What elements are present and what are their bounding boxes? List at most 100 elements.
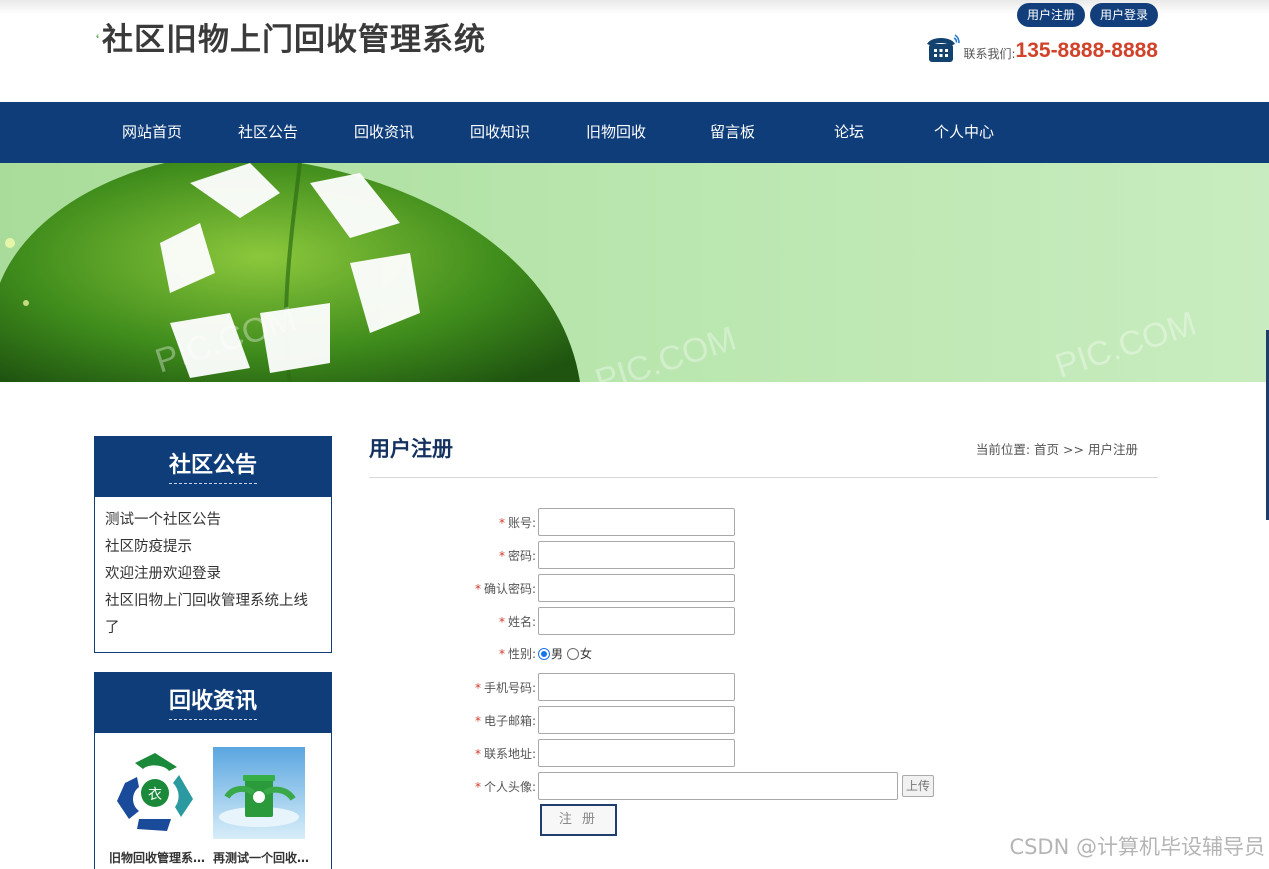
svg-text:衣: 衣 — [148, 787, 162, 803]
breadcrumb: 当前位置: 首页 >> 用户注册 — [976, 439, 1138, 458]
confirm-password-input[interactable] — [538, 574, 735, 602]
required-mark: * — [498, 647, 505, 661]
nav-item-recycle[interactable]: 旧物回收 — [586, 102, 646, 163]
breadcrumb-home-link[interactable]: 首页 — [1034, 442, 1059, 457]
contact-number: 135-8888-8888 — [1015, 39, 1158, 62]
contact-info: 联系我们: 135-8888-8888 — [925, 30, 1158, 64]
gender-female-radio[interactable] — [567, 647, 580, 660]
login-button[interactable]: 用户登录 — [1089, 3, 1158, 27]
account-input[interactable] — [538, 508, 735, 536]
main-nav: 网站首页 社区公告 回收资讯 回收知识 旧物回收 留言板 论坛 个人中心 — [0, 102, 1269, 163]
list-item[interactable]: 社区防疫提示 — [105, 534, 322, 561]
email-label: * 电子邮箱: — [400, 712, 538, 729]
register-button[interactable]: 用户注册 — [1016, 3, 1085, 27]
name-label-text: 姓名: — [507, 614, 536, 629]
contact-label: 联系我们: — [963, 47, 1016, 61]
avatar-label: * 个人头像: — [400, 778, 538, 795]
gender-male-label: 男 — [551, 647, 564, 661]
phone-label-text: 手机号码: — [483, 680, 536, 695]
required-mark: * — [474, 581, 481, 596]
news-card[interactable]: 再测试一个回收资讯 — [213, 747, 313, 866]
news-card[interactable]: 衣 旧物回收管理系统... — [109, 747, 209, 866]
account-label: * 账号: — [400, 514, 538, 531]
title-divider — [369, 477, 1158, 478]
upload-button[interactable]: 上传 — [902, 775, 935, 797]
list-item[interactable]: 欢迎注册欢迎登录 — [105, 561, 322, 588]
gender-radio-group: 男 女 — [538, 645, 592, 662]
hero-banner: PIC.COM PIC.COM PIC.COM — [0, 163, 1269, 382]
address-label: * 联系地址: — [400, 745, 538, 762]
header: 社区旧物上门回收管理系统 用户注册 用户登录 联系我们: 135-8888-88… — [0, 0, 1269, 102]
nav-item-message-board[interactable]: 留言板 — [710, 102, 755, 163]
leaf-logo-icon — [96, 34, 100, 39]
required-mark: * — [474, 746, 481, 761]
recycle-bin-icon — [213, 747, 305, 839]
news-panel: 回收资讯 衣 旧物回收管理系统... 再测试一个回收资讯 — [94, 672, 332, 869]
password-label-text: 密码: — [507, 548, 536, 563]
auth-buttons: 用户注册 用户登录 — [1016, 3, 1158, 27]
news-caption: 再测试一个回收资讯 — [213, 851, 313, 865]
nav-item-knowledge[interactable]: 回收知识 — [470, 102, 530, 163]
required-mark: * — [474, 779, 481, 794]
required-mark: * — [498, 515, 505, 530]
gender-label-text: 性别: — [507, 647, 536, 661]
page-title: 用户注册 — [369, 437, 453, 461]
list-item[interactable]: 社区旧物上门回收管理系统上线了 — [105, 588, 322, 642]
form-row-gender: * 性别: 男 女 — [400, 645, 592, 662]
site-title: 社区旧物上门回收管理系统 — [102, 21, 486, 58]
email-input[interactable] — [538, 706, 735, 734]
nav-item-forum[interactable]: 论坛 — [834, 102, 864, 163]
confirm-password-label-text: 确认密码: — [483, 581, 536, 596]
password-label: * 密码: — [400, 547, 538, 564]
name-input[interactable] — [538, 607, 735, 635]
breadcrumb-current: 用户注册 — [1087, 442, 1138, 457]
nav-item-home[interactable]: 网站首页 — [122, 102, 182, 163]
form-row-account: * 账号: — [400, 508, 735, 536]
site-logo[interactable]: 社区旧物上门回收管理系统 — [96, 10, 486, 62]
form-row-password: * 密码: — [400, 541, 735, 569]
password-input[interactable] — [538, 541, 735, 569]
banner-image: PIC.COM PIC.COM PIC.COM — [0, 163, 1269, 382]
page: 社区旧物上门回收管理系统 用户注册 用户登录 联系我们: 135-8888-88… — [0, 0, 1269, 869]
email-label-text: 电子邮箱: — [483, 713, 536, 728]
account-label-text: 账号: — [507, 515, 536, 530]
required-mark: * — [498, 614, 505, 629]
form-row-avatar: * 个人头像: 上传 — [400, 772, 935, 800]
recycle-clothes-icon: 衣 — [109, 747, 201, 839]
nav-item-notices[interactable]: 社区公告 — [238, 102, 298, 163]
name-label: * 姓名: — [400, 613, 538, 630]
avatar-label-text: 个人头像: — [483, 779, 536, 794]
address-input[interactable] — [538, 739, 735, 767]
news-caption: 旧物回收管理系统... — [109, 851, 209, 865]
telephone-icon — [927, 34, 961, 62]
news-panel-header: 回收资讯 — [95, 673, 331, 733]
notice-panel-title: 社区公告 — [168, 451, 257, 484]
form-row-name: * 姓名: — [400, 607, 735, 635]
phone-input[interactable] — [538, 673, 735, 701]
gender-female-label: 女 — [580, 647, 593, 661]
phone-label: * 手机号码: — [400, 679, 538, 696]
form-row-email: * 电子邮箱: — [400, 706, 735, 734]
breadcrumb-prefix: 当前位置: — [975, 442, 1031, 457]
form-row-phone: * 手机号码: — [400, 673, 735, 701]
required-mark: * — [498, 548, 505, 563]
avatar-input[interactable] — [538, 772, 898, 800]
nav-item-user-center[interactable]: 个人中心 — [934, 102, 994, 163]
breadcrumb-separator: >> — [1063, 442, 1084, 457]
notice-panel: 社区公告 测试一个社区公告 社区防疫提示 欢迎注册欢迎登录 社区旧物上门回收管理… — [94, 436, 332, 653]
nav-item-news[interactable]: 回收资讯 — [354, 102, 414, 163]
news-panel-title: 回收资讯 — [168, 687, 257, 720]
form-row-confirm-password: * 确认密码: — [400, 574, 735, 602]
notice-panel-header: 社区公告 — [95, 437, 331, 497]
address-label-text: 联系地址: — [483, 746, 536, 761]
required-mark: * — [474, 713, 481, 728]
required-mark: * — [474, 680, 481, 695]
gender-male-radio[interactable] — [538, 647, 550, 660]
register-submit-button[interactable]: 注 册 — [540, 804, 617, 836]
csdn-watermark: CSDN @计算机毕设辅导员 — [1009, 835, 1265, 859]
form-row-address: * 联系地址: — [400, 739, 735, 767]
news-grid: 衣 旧物回收管理系统... 再测试一个回收资讯 — [95, 733, 331, 866]
gender-label: * 性别: — [400, 645, 538, 662]
list-item[interactable]: 测试一个社区公告 — [105, 507, 322, 534]
notice-list: 测试一个社区公告 社区防疫提示 欢迎注册欢迎登录 社区旧物上门回收管理系统上线了 — [95, 497, 331, 652]
